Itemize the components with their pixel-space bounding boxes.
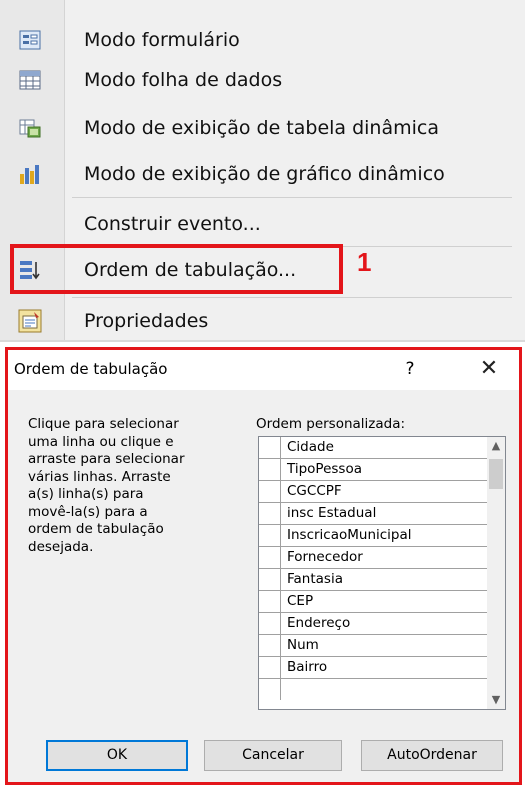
row-selector[interactable] xyxy=(259,613,281,634)
menu-item-label: Propriedades xyxy=(84,310,209,332)
instruction-line: desejada. xyxy=(28,538,94,555)
list-item-label: Num xyxy=(287,637,319,653)
list-item-label: Fornecedor xyxy=(287,549,363,565)
help-button[interactable]: ? xyxy=(392,350,428,388)
list-item[interactable]: Cidade xyxy=(259,437,487,459)
list-item[interactable]: Fornecedor xyxy=(259,547,487,569)
scroll-down-icon[interactable]: ▼ xyxy=(487,691,505,709)
list-item[interactable]: TipoPessoa xyxy=(259,459,487,481)
menu-item-label: Modo formulário xyxy=(84,29,240,51)
menu-item-label: Modo folha de dados xyxy=(84,69,283,91)
list-item[interactable]: InscricaoMunicipal xyxy=(259,525,487,547)
menu-item-form-view[interactable]: Modo formulário xyxy=(0,18,525,62)
list-item[interactable]: insc Estadual xyxy=(259,503,487,525)
menu-item-label: Modo de exibição de tabela dinâmica xyxy=(84,117,439,139)
menu-item-build-event[interactable]: Construir evento... xyxy=(0,202,525,246)
list-scrollbar[interactable]: ▲ ▼ xyxy=(487,437,505,709)
row-selector[interactable] xyxy=(259,569,281,590)
menu-item-datasheet-view[interactable]: Modo folha de dados xyxy=(0,58,525,102)
list-item-label: InscricaoMunicipal xyxy=(287,527,412,543)
tab-order-dialog: Ordem de tabulação ? ✕ Clique para selec… xyxy=(5,347,522,785)
instruction-line: ordem de tabulação xyxy=(28,521,164,537)
list-item-label: insc Estadual xyxy=(287,505,377,521)
row-selector[interactable] xyxy=(259,459,281,480)
row-selector[interactable] xyxy=(259,437,281,458)
row-selector[interactable] xyxy=(259,591,281,612)
instruction-line: várias linhas. Arraste xyxy=(28,468,171,485)
custom-order-list[interactable]: Cidade TipoPessoa CGCCPF insc Estadual I… xyxy=(258,436,506,710)
row-selector[interactable] xyxy=(259,525,281,546)
menu-item-pivot-chart-view[interactable]: Modo de exibição de gráfico dinâmico xyxy=(0,152,525,196)
list-item[interactable]: CEP xyxy=(259,591,487,613)
instructions-text: Clique para selecionar uma linha ou cliq… xyxy=(28,416,243,556)
list-item[interactable]: CGCCPF xyxy=(259,481,487,503)
annotation-number: 1 xyxy=(357,247,372,277)
close-button[interactable]: ✕ xyxy=(466,350,512,388)
list-item[interactable]: Num xyxy=(259,635,487,657)
pivot-table-icon xyxy=(19,119,41,138)
row-selector[interactable] xyxy=(259,503,281,524)
list-item-label: Bairro xyxy=(287,659,328,675)
ok-button[interactable]: OK xyxy=(46,740,188,771)
menu-separator xyxy=(72,197,512,198)
menu-item-label: Modo de exibição de gráfico dinâmico xyxy=(84,163,445,185)
list-item-label: Fantasia xyxy=(287,571,343,587)
dialog-titlebar[interactable]: Ordem de tabulação ? ✕ xyxy=(8,350,519,390)
list-item-label: TipoPessoa xyxy=(287,461,362,477)
list-item[interactable]: Endereço xyxy=(259,613,487,635)
instruction-line: uma linha ou clique e xyxy=(28,433,174,450)
custom-order-label: Ordem personalizada: xyxy=(256,416,406,432)
list-item-label: Cidade xyxy=(287,439,334,455)
row-selector[interactable] xyxy=(259,679,281,700)
menu-separator xyxy=(72,297,512,298)
form-view-icon xyxy=(19,30,41,50)
scroll-thumb[interactable] xyxy=(489,459,503,489)
dialog-title: Ordem de tabulação xyxy=(14,360,168,378)
datasheet-view-icon xyxy=(19,70,41,90)
cancel-button[interactable]: Cancelar xyxy=(204,740,342,771)
list-item-label: CGCCPF xyxy=(287,483,342,499)
instruction-line: Clique para selecionar xyxy=(28,416,179,432)
list-item[interactable]: Bairro xyxy=(259,657,487,679)
list-item[interactable]: Fantasia xyxy=(259,569,487,591)
list-item[interactable] xyxy=(259,679,487,701)
instruction-line: arraste para selecionar xyxy=(28,451,185,467)
list-item-label: CEP xyxy=(287,593,314,609)
menu-item-pivot-table-view[interactable]: Modo de exibição de tabela dinâmica xyxy=(0,106,525,150)
menu-bottom-border xyxy=(0,340,525,342)
auto-order-button[interactable]: AutoOrdenar xyxy=(361,740,503,771)
row-selector[interactable] xyxy=(259,547,281,568)
scroll-up-icon[interactable]: ▲ xyxy=(487,437,505,455)
instruction-line: movê-la(s) para a xyxy=(28,503,148,520)
menu-item-properties[interactable]: Propriedades xyxy=(0,299,525,343)
pivot-chart-icon xyxy=(20,165,39,184)
instruction-line: a(s) linha(s) para xyxy=(28,486,144,502)
row-selector[interactable] xyxy=(259,481,281,502)
annotation-highlight-box xyxy=(10,244,343,294)
row-selector[interactable] xyxy=(259,657,281,678)
row-selector[interactable] xyxy=(259,635,281,656)
menu-item-label: Construir evento... xyxy=(84,213,261,235)
properties-icon xyxy=(18,309,42,333)
list-item-label: Endereço xyxy=(287,615,351,631)
